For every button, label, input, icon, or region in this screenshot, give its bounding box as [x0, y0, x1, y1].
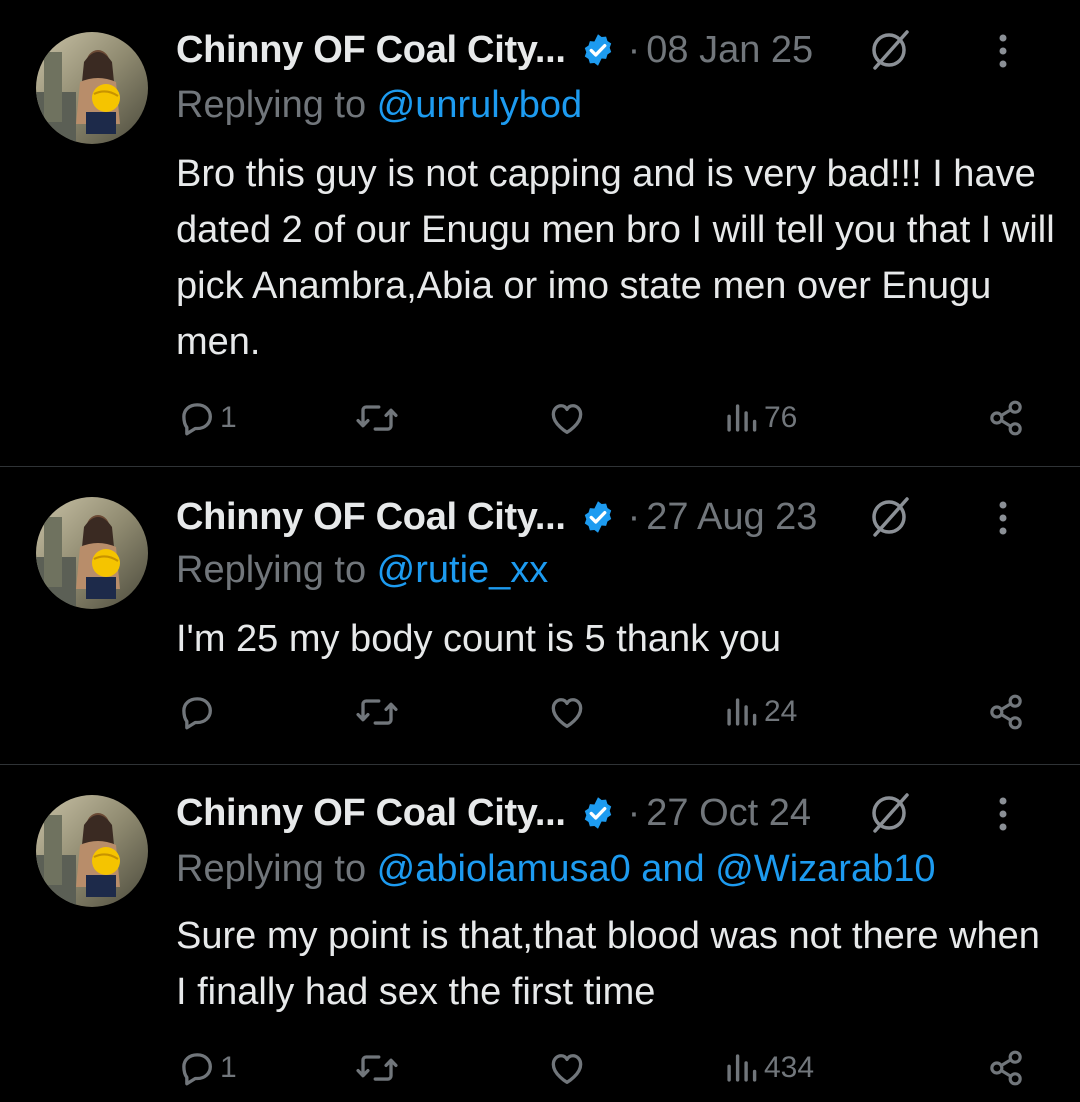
views-icon	[727, 404, 757, 432]
reply-button[interactable]: 1	[176, 394, 237, 442]
mention-link[interactable]: @unrulybod	[377, 84, 582, 126]
tweet[interactable]: Chinny OF Coal City... · 27 Oct 24 Reply…	[0, 765, 1080, 1102]
separator-dot: ·	[627, 28, 641, 71]
share-icon	[990, 1050, 1022, 1086]
tweet[interactable]: Chinny OF Coal City... · 08 Jan 25 Reply…	[0, 0, 1080, 467]
replying-to-line: Replying to @abiolamusa0 and @Wizarab10	[176, 848, 935, 891]
avatar[interactable]	[36, 32, 148, 144]
retweet-icon	[356, 1055, 398, 1081]
tweet-date[interactable]: 27 Oct 24	[646, 792, 811, 835]
retweet-button[interactable]	[354, 394, 402, 442]
retweet-icon	[356, 405, 398, 431]
more-icon[interactable]	[998, 501, 1008, 535]
verified-badge-icon	[584, 501, 611, 533]
replying-to-line: Replying to @rutie_xx	[176, 549, 548, 592]
reply-icon	[182, 403, 212, 436]
like-icon	[551, 1054, 583, 1085]
reply-icon	[182, 1053, 212, 1086]
views-count: 434	[764, 1051, 815, 1084]
replying-to-line: Replying to @unrulybod	[176, 84, 582, 127]
reply-count: 1	[220, 1051, 237, 1084]
author-name[interactable]: Chinny OF Coal City...	[176, 792, 566, 835]
tweet-date[interactable]: 08 Jan 25	[646, 29, 813, 72]
replying-prefix: Replying to	[176, 848, 377, 890]
mention-link[interactable]: @abiolamusa0	[377, 848, 631, 890]
more-icon[interactable]	[998, 797, 1008, 831]
avatar-photo	[36, 497, 148, 609]
avatar-photo	[36, 795, 148, 907]
share-button[interactable]	[986, 1044, 1026, 1092]
retweet-button[interactable]	[354, 688, 402, 736]
like-button[interactable]	[546, 1044, 590, 1092]
share-icon	[990, 694, 1022, 730]
like-icon	[551, 404, 583, 435]
share-button[interactable]	[986, 688, 1026, 736]
tweet-header: Chinny OF Coal City... · 27 Aug 23	[176, 487, 1040, 547]
tweet-header: Chinny OF Coal City... · 08 Jan 25	[176, 20, 1040, 80]
like-button[interactable]	[546, 394, 590, 442]
grok-icon[interactable]	[867, 26, 915, 74]
tweet[interactable]: Chinny OF Coal City... · 27 Aug 23 Reply…	[0, 467, 1080, 765]
reply-button[interactable]: 1	[176, 1044, 237, 1092]
author-name[interactable]: Chinny OF Coal City...	[176, 496, 566, 539]
mention-link[interactable]: @Wizarab10	[715, 848, 935, 890]
retweet-button[interactable]	[354, 1044, 402, 1092]
share-button[interactable]	[986, 394, 1026, 442]
reply-button[interactable]	[176, 688, 220, 736]
separator-dot: ·	[627, 791, 641, 834]
grok-icon[interactable]	[867, 493, 915, 541]
views-count: 24	[764, 695, 798, 728]
views-count: 76	[764, 401, 798, 434]
views-icon	[727, 698, 757, 726]
mention-link[interactable]: @rutie_xx	[377, 549, 549, 591]
like-icon	[551, 698, 583, 729]
views-icon	[727, 1054, 757, 1082]
tweet-actions: 1 76	[176, 394, 1026, 442]
views-button[interactable]: 434	[724, 1044, 814, 1092]
reply-feed: Chinny OF Coal City... · 08 Jan 25 Reply…	[0, 0, 1080, 1102]
tweet-text: Bro this guy is not capping and is very …	[176, 153, 1055, 363]
tweet-actions: 1 434	[176, 1044, 1026, 1092]
mention-joiner: and	[630, 848, 716, 890]
like-button[interactable]	[546, 688, 590, 736]
reply-count: 1	[220, 401, 237, 434]
views-button[interactable]: 76	[724, 394, 797, 442]
replying-prefix: Replying to	[176, 84, 377, 126]
replying-prefix: Replying to	[176, 549, 377, 591]
tweet-header: Chinny OF Coal City... · 27 Oct 24	[176, 783, 1040, 843]
separator-dot: ·	[627, 495, 641, 538]
tweet-date[interactable]: 27 Aug 23	[646, 496, 817, 539]
share-icon	[990, 400, 1022, 436]
tweet-text: Sure my point is that,that blood was not…	[176, 915, 1040, 1013]
avatar[interactable]	[36, 497, 148, 609]
verified-badge-icon	[584, 797, 611, 829]
more-icon[interactable]	[998, 34, 1008, 68]
tweet-actions: 24	[176, 688, 1026, 736]
grok-icon[interactable]	[867, 789, 915, 837]
avatar-photo	[36, 32, 148, 144]
retweet-icon	[356, 699, 398, 725]
avatar[interactable]	[36, 795, 148, 907]
tweet-text: I'm 25 my body count is 5 thank you	[176, 618, 782, 660]
verified-badge-icon	[584, 34, 611, 66]
reply-icon	[182, 697, 212, 730]
author-name[interactable]: Chinny OF Coal City...	[176, 29, 566, 72]
views-button[interactable]: 24	[724, 688, 797, 736]
